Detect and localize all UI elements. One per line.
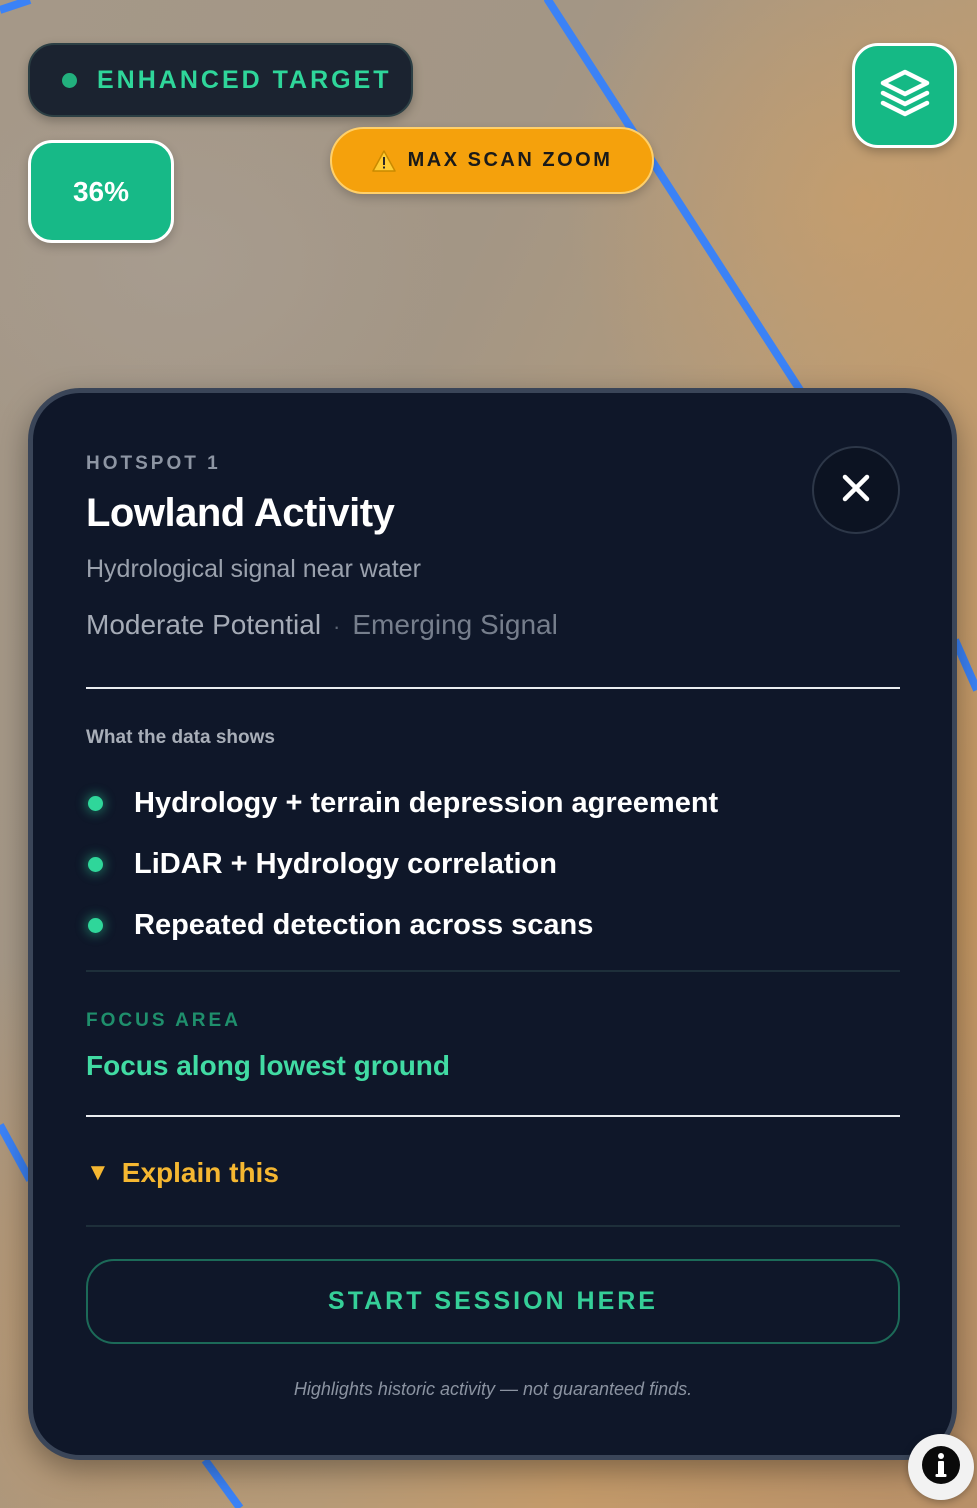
status-dot: [62, 72, 77, 88]
divider: [86, 970, 900, 972]
potential-label: Moderate Potential: [86, 609, 322, 640]
warning-label: MAX SCAN ZOOM: [407, 149, 613, 171]
zoom-percent-badge[interactable]: 36%: [28, 140, 174, 243]
divider: [86, 687, 900, 689]
focus-area-text: Focus along lowest ground: [86, 1050, 450, 1081]
close-button[interactable]: [812, 446, 900, 534]
data-point-text: Repeated detection across scans: [134, 909, 594, 941]
close-icon: [841, 473, 871, 508]
layers-icon: [879, 68, 931, 123]
divider: [86, 1115, 900, 1117]
explain-label: Explain this: [121, 1157, 279, 1188]
signal-label: Emerging Signal: [352, 609, 558, 640]
layers-button[interactable]: [852, 43, 957, 148]
data-point-text: Hydrology + terrain depression agreement: [134, 787, 719, 819]
bullet-dot: [88, 857, 103, 872]
hotspot-title: Lowland Activity: [86, 491, 395, 535]
hotspot-subtitle: Hydrological signal near water: [86, 555, 421, 583]
list-item: Hydrology + terrain depression agreement: [86, 773, 718, 834]
triangle-down-icon: ▼: [86, 1159, 110, 1186]
bullet-dot: [88, 796, 103, 811]
divider: [86, 1225, 900, 1227]
separator-dot: ·: [333, 614, 341, 639]
potential-row: Moderate Potential · Emerging Signal: [86, 609, 558, 641]
hotspot-detail-panel: HOTSPOT 1 Lowland Activity Hydrological …: [28, 388, 957, 1460]
warning-icon: [371, 149, 396, 172]
enhanced-target-badge[interactable]: ENHANCED TARGET: [28, 43, 413, 117]
bullet-dot: [88, 918, 103, 933]
start-session-button[interactable]: START SESSION HERE: [86, 1259, 900, 1344]
info-icon: [921, 1445, 961, 1490]
data-points-list: Hydrology + terrain depression agreement…: [86, 773, 718, 956]
list-item: LiDAR + Hydrology correlation: [86, 834, 718, 895]
data-point-text: LiDAR + Hydrology correlation: [134, 848, 557, 880]
data-heading: What the data shows: [86, 727, 275, 748]
focus-area-label: FOCUS AREA: [86, 1010, 241, 1031]
enhanced-target-label: ENHANCED TARGET: [97, 65, 392, 94]
hotspot-eyebrow: HOTSPOT 1: [86, 453, 221, 474]
explain-toggle[interactable]: ▼ Explain this: [86, 1157, 279, 1189]
list-item: Repeated detection across scans: [86, 895, 718, 956]
disclaimer-text: Highlights historic activity — not guara…: [293, 1379, 693, 1399]
info-button[interactable]: [908, 1434, 974, 1500]
max-scan-zoom-warning: MAX SCAN ZOOM: [330, 127, 654, 194]
